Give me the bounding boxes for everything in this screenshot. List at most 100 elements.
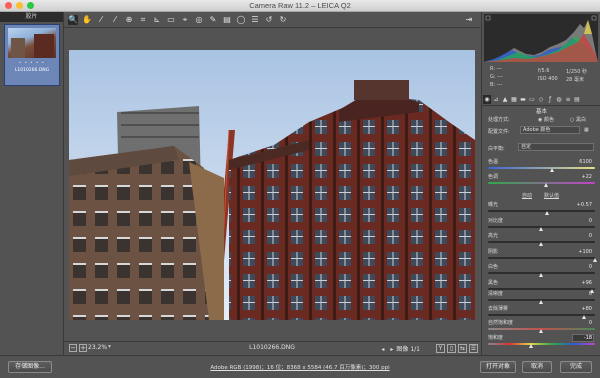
g-label: G: [490, 74, 496, 80]
tone-4-value[interactable]: 0 [572, 263, 594, 271]
basic-tab-icon[interactable]: ◉ [483, 95, 491, 104]
image-preview-area[interactable] [64, 28, 480, 341]
presence-1-slider-thumb[interactable] [581, 314, 586, 319]
temperature-label: 色温 [488, 159, 499, 165]
tone-1-slider-thumb[interactable] [539, 226, 543, 231]
straighten-icon[interactable]: ⊾ [152, 15, 162, 25]
treatment-bw-option[interactable]: ○ 黑白 [570, 116, 586, 123]
temperature-slider[interactable] [488, 167, 595, 169]
tint-slider[interactable] [488, 182, 595, 184]
tone-3-value[interactable]: +100 [572, 248, 594, 256]
presence-3-slider[interactable] [488, 342, 595, 345]
presence-2-label: 自然饱和度 [488, 320, 514, 326]
histogram[interactable] [484, 14, 598, 62]
r-value: --- [496, 66, 503, 72]
open-object-button[interactable]: 打开对象 [480, 361, 516, 373]
tone-0-slider-thumb[interactable] [545, 211, 550, 215]
presence-3-value[interactable]: -18 [572, 333, 594, 342]
preview-mode-button[interactable]: ▯ [447, 344, 456, 353]
profile-select[interactable]: Adobe 颜色 [520, 126, 580, 134]
white-balance-icon[interactable]: ⁄ [96, 15, 106, 25]
calibration-tab-icon[interactable]: ◍ [555, 95, 563, 104]
adjustments-panel: R: --- G: --- B: --- f/5.6 1/250 秒 ISO 4… [481, 12, 600, 355]
preview-settings-button[interactable]: ☰ [469, 344, 478, 353]
tone-0-label: 曝光 [488, 202, 499, 208]
hsl-tab-icon[interactable]: ▦ [510, 95, 518, 104]
tone-2-value[interactable]: 0 [572, 232, 594, 240]
tone-2-slider-thumb[interactable] [539, 242, 543, 246]
thumbnail-image [8, 28, 56, 58]
treatment-bw-label: 黑白 [575, 117, 586, 123]
profile-browser-icon[interactable]: ▦ [584, 127, 589, 133]
tone-1-value[interactable]: 0 [572, 217, 594, 225]
hand-icon[interactable]: ✋ [82, 15, 92, 25]
white-balance-label: 白平衡: [488, 146, 505, 152]
presence-1-slider[interactable] [488, 313, 595, 316]
tone-0-value[interactable]: +0.57 [572, 201, 594, 209]
auto-link[interactable]: 自动 [522, 192, 532, 199]
red-eye-icon[interactable]: ◎ [194, 15, 204, 25]
presence-3-slider-thumb[interactable] [529, 343, 534, 348]
split-toning-tab-icon[interactable]: ▬ [519, 95, 527, 104]
lens-tab-icon[interactable]: ▭ [528, 95, 536, 104]
brush-icon[interactable]: ✎ [208, 15, 218, 25]
photo-preview[interactable] [69, 50, 475, 320]
swap-settings-button[interactable]: ⇆ [458, 344, 467, 353]
next-image-icon[interactable]: ▸ [390, 346, 393, 353]
color-sampler-icon[interactable]: ⁄ [110, 15, 120, 25]
rotate-right-icon[interactable]: ↻ [278, 15, 288, 25]
treatment-color-label: 颜色 [543, 117, 554, 123]
default-link[interactable]: 默认值 [544, 192, 559, 199]
treatment-color-option[interactable]: ◉ 颜色 [538, 116, 554, 123]
done-button[interactable]: 完成 [560, 361, 592, 373]
tone-3-slider[interactable] [488, 256, 595, 259]
detail-tab-icon[interactable]: ▲ [501, 95, 509, 104]
b-label: B: [490, 82, 496, 88]
tint-value[interactable]: +22 [572, 173, 594, 181]
rating-stars[interactable]: • • • • • [8, 60, 56, 65]
tint-slider-thumb[interactable] [544, 183, 549, 187]
transform-icon[interactable]: ▭ [166, 15, 176, 25]
presence-2-value[interactable]: 0 [572, 319, 594, 327]
bottom-bar: 存储图像... Adobe RGB (1998)；16 位；8368 x 558… [0, 355, 600, 378]
before-after-toggle-button[interactable]: Y [436, 344, 445, 353]
tone-curve-tab-icon[interactable]: ⊿ [492, 95, 500, 104]
rotate-left-icon[interactable]: ↺ [264, 15, 274, 25]
presence-1-value[interactable]: +80 [572, 305, 594, 313]
focal-length-readout: 28 毫米 [566, 77, 584, 83]
tone-4-slider-thumb[interactable] [539, 273, 543, 277]
crop-icon[interactable]: ⌗ [138, 15, 148, 25]
section-title: 基本 [535, 109, 547, 115]
zoom-icon[interactable]: 🔍 [68, 14, 78, 25]
preferences-icon[interactable]: ☰ [250, 15, 260, 25]
transform-tab-icon[interactable]: ◇ [537, 95, 545, 104]
radial-filter-icon[interactable]: ◯ [236, 15, 246, 25]
presets-tab-icon[interactable]: ≡ [564, 95, 572, 104]
presence-2-slider-thumb[interactable] [539, 329, 543, 333]
temperature-slider-thumb[interactable] [549, 168, 554, 172]
spot-removal-icon[interactable]: ⌖ [180, 15, 190, 25]
prev-image-icon[interactable]: ◂ [381, 346, 384, 353]
tone-3-slider-thumb[interactable] [592, 257, 597, 262]
presence-3-label: 饱和度 [488, 334, 504, 341]
target-adjust-icon[interactable]: ⊕ [124, 15, 134, 25]
title-bar: Camera Raw 11.2 – LEICA Q2 [0, 0, 600, 12]
tone-0-slider[interactable] [488, 210, 595, 212]
presence-0-value[interactable]: 0 [572, 290, 594, 298]
image-counter: 图像 1/1 [396, 346, 420, 353]
graduated-filter-icon[interactable]: ▤ [222, 15, 232, 25]
cancel-button[interactable]: 取消 [522, 361, 552, 373]
g-value: --- [497, 74, 503, 80]
building-photo [69, 50, 475, 320]
filmstrip-thumbnail[interactable]: • • • • • L1010266.DNG [4, 24, 60, 86]
temperature-value[interactable]: 6100 [572, 158, 594, 166]
white-balance-select[interactable]: 自定 [518, 143, 594, 151]
panel-toggle-icon[interactable]: ⇥ [464, 15, 474, 25]
presence-0-slider-thumb[interactable] [539, 300, 543, 304]
effects-tab-icon[interactable]: ƒ [546, 95, 554, 104]
iso-readout: ISO 400 [538, 76, 558, 82]
tone-5-value[interactable]: +96 [572, 279, 594, 287]
image-navigator: ◂ ▸ 图像 1/1 [378, 344, 420, 353]
shadow-clipping-icon [485, 15, 491, 21]
snapshots-tab-icon[interactable]: ▤ [573, 95, 581, 104]
